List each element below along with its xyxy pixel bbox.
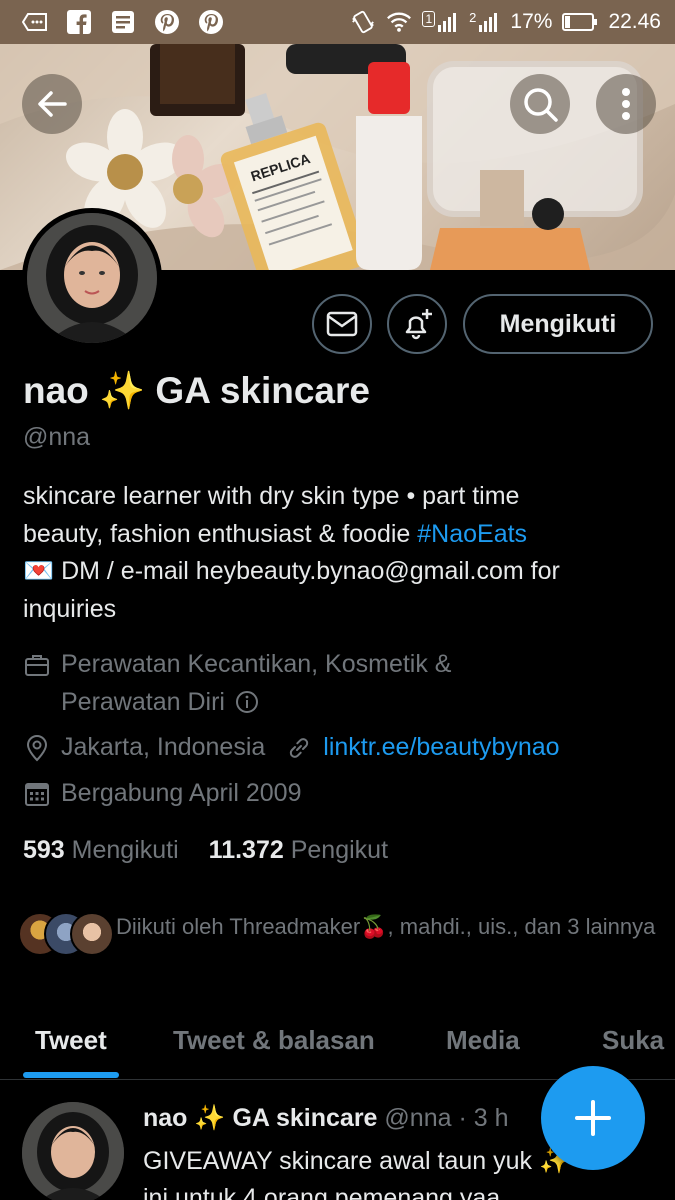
tweet-header: nao ✨ GA skincare @nna · 3 h <box>143 1104 508 1133</box>
more-options-button[interactable] <box>596 74 656 134</box>
calendar-icon <box>23 775 51 813</box>
briefcase-icon <box>23 646 51 684</box>
followers-count-link[interactable]: 11.372 Pengikut <box>209 836 388 865</box>
follow-counts: 593 Mengikuti 11.372 Pengikut <box>23 836 388 865</box>
website-link[interactable]: linktr.ee/beautybynao <box>323 729 559 767</box>
status-bar: 1 2 17% 22.46 <box>0 0 675 44</box>
wifi-icon <box>386 9 412 35</box>
tab-label: Tweet <box>35 1024 107 1055</box>
category-line: Perawatan Kecantikan, Kosmetik & <box>61 650 452 678</box>
following-button[interactable]: Mengikuti <box>463 294 653 354</box>
keyboard-icon <box>22 9 48 35</box>
following-count-link[interactable]: 593 Mengikuti <box>23 836 179 865</box>
hashtag-link[interactable]: #NaoEats <box>417 520 527 548</box>
tab-tweets[interactable]: Tweet <box>23 1000 119 1080</box>
back-button[interactable] <box>22 74 82 134</box>
bio-line: beauty, fashion enthusiast & foodie #Nao… <box>23 516 653 554</box>
search-button[interactable] <box>510 74 570 134</box>
avatar <box>70 912 114 956</box>
tab-label: Tweet & balasan <box>173 1024 375 1055</box>
tab-label: Suka <box>602 1024 665 1055</box>
following-label: Mengikuti <box>71 836 179 864</box>
clock: 22.46 <box>608 10 661 33</box>
tab-label: Media <box>446 1024 520 1055</box>
tweet-avatar[interactable] <box>22 1102 124 1200</box>
link-icon <box>285 729 313 767</box>
bio-line: 💌 DM / e-mail heybeauty.bynao@gmail.com … <box>23 557 560 585</box>
profile-location-row: Jakarta, Indonesia linktr.ee/beautybynao <box>23 729 560 767</box>
profile-name: nao ✨ GA skincare <box>23 370 370 411</box>
plus-icon <box>575 1100 611 1136</box>
bio-line: inquiries <box>23 594 117 623</box>
location-pin-icon <box>23 729 51 767</box>
sim2-label: 2 <box>469 10 477 25</box>
profile-category: Perawatan Kecantikan, Kosmetik & Perawat… <box>23 646 451 721</box>
bio-line: skincare learner with dry skin type • pa… <box>23 482 520 510</box>
bell-plus-icon <box>405 309 432 340</box>
followers-label: Pengikut <box>290 836 389 864</box>
category-line-row: Perawatan Diri <box>61 684 451 722</box>
tab-likes[interactable]: Suka <box>602 1000 664 1080</box>
facebook-icon <box>66 9 92 35</box>
following-count: 593 <box>23 836 65 864</box>
more-vertical-icon <box>622 88 630 120</box>
profile-bio: skincare learner with dry skin type • pa… <box>23 478 653 628</box>
followers-count: 11.372 <box>208 836 284 864</box>
notifications-button[interactable] <box>387 294 447 354</box>
search-icon <box>524 88 558 122</box>
pinterest-icon <box>154 9 180 35</box>
pinterest-icon <box>198 9 224 35</box>
sim1-signal: 1 <box>422 11 459 33</box>
profile-joined-row: Bergabung April 2009 <box>23 775 301 813</box>
info-icon[interactable] <box>235 690 259 714</box>
arrow-left-icon <box>38 91 67 117</box>
signal-icon <box>479 13 498 32</box>
tab-tweets-and-replies[interactable]: Tweet & balasan <box>173 1000 375 1080</box>
message-button[interactable] <box>312 294 372 354</box>
tweet-line: ini untuk 4 orang pemenang yaa <box>143 1184 501 1200</box>
signal-icon <box>438 13 457 32</box>
tweet-author-name[interactable]: nao ✨ GA skincare <box>143 1104 377 1132</box>
sim2-signal: 2 <box>469 11 500 33</box>
battery-percent: 17% <box>510 10 553 33</box>
tweet-handle-time: @nna · 3 h <box>384 1104 509 1132</box>
avatar-photo <box>27 213 157 343</box>
category-line: Perawatan Diri <box>61 687 225 716</box>
profile-tabs: Tweet Tweet & balasan Media Suka <box>0 1000 675 1080</box>
avatar-photo <box>22 1102 124 1200</box>
profile-handle: @nna <box>23 423 91 451</box>
mail-icon <box>326 311 358 337</box>
tab-active-indicator <box>23 1072 119 1078</box>
news-icon <box>110 9 136 35</box>
tab-media[interactable]: Media <box>446 1000 520 1080</box>
bio-text: beauty, fashion enthusiast & foodie <box>23 519 418 548</box>
profile-avatar[interactable] <box>22 208 162 348</box>
battery-icon <box>562 9 598 35</box>
followed-by-avatars[interactable] <box>18 908 114 958</box>
followed-by-text[interactable]: Diikuti oleh Threadmaker🍒, mahdi., uis.,… <box>116 910 656 943</box>
joined-text: Bergabung April 2009 <box>61 779 302 807</box>
sim1-label: 1 <box>422 11 436 27</box>
vibrate-icon <box>350 9 376 35</box>
compose-tweet-button[interactable] <box>541 1066 645 1170</box>
location-text: Jakarta, Indonesia <box>61 733 266 761</box>
